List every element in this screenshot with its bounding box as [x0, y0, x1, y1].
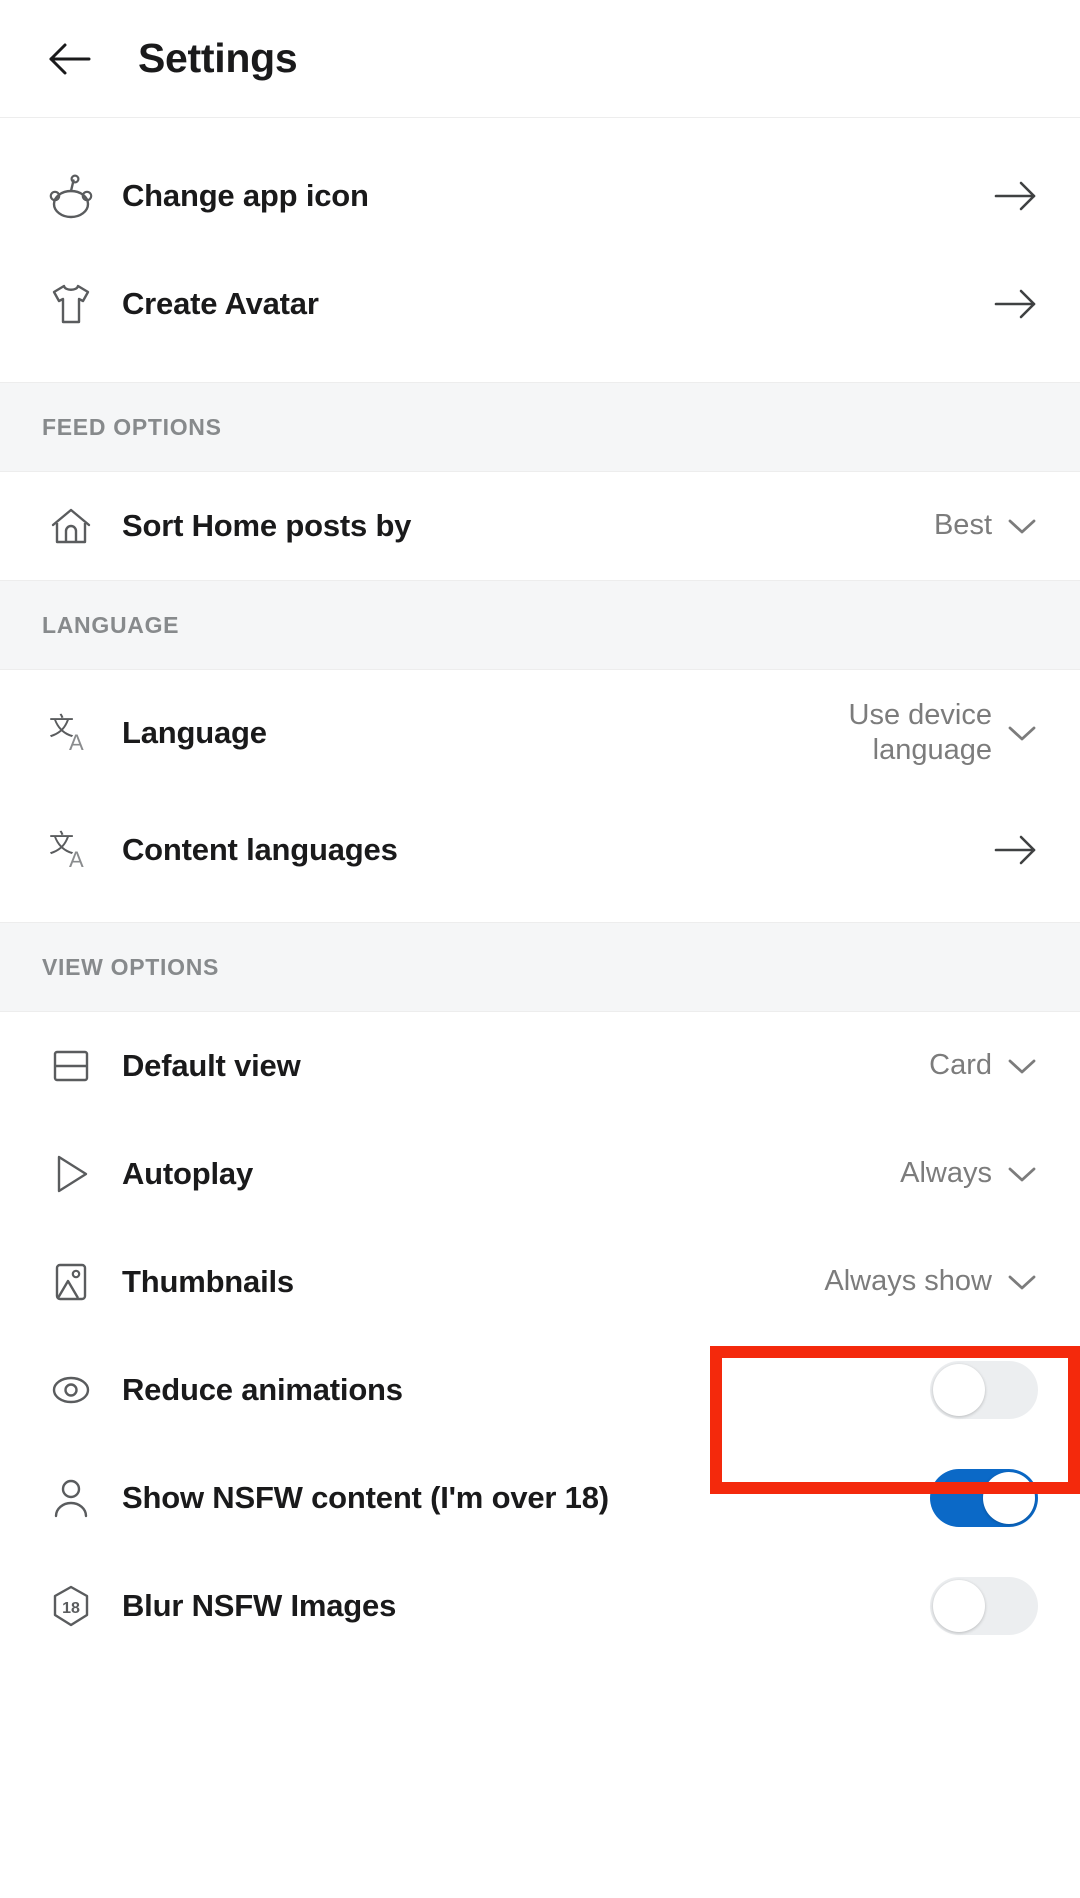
- section-gap: [0, 358, 1080, 382]
- age-18-icon: 18: [42, 1577, 100, 1635]
- row-control[interactable]: [948, 179, 1038, 213]
- row-create-avatar[interactable]: Create Avatar: [0, 250, 1080, 358]
- back-button[interactable]: [42, 31, 98, 87]
- chevron-down-icon: [1008, 1167, 1036, 1182]
- chevron-down-icon: [1008, 726, 1036, 741]
- row-blur-nsfw-images[interactable]: 18 Blur NSFW Images: [0, 1552, 1080, 1660]
- dropdown-value: Best: [933, 509, 992, 542]
- page-title: Settings: [138, 35, 298, 81]
- svg-text:A: A: [69, 847, 84, 872]
- row-control[interactable]: [930, 1469, 1038, 1527]
- section-header-label: VIEW OPTIONS: [42, 953, 220, 980]
- person-icon: [42, 1469, 100, 1527]
- toggle-knob: [933, 1580, 985, 1632]
- row-label: Autoplay: [122, 1156, 254, 1191]
- show-nsfw-content-toggle[interactable]: [930, 1469, 1038, 1527]
- image-icon: [42, 1253, 100, 1311]
- row-label: Create Avatar: [122, 286, 319, 321]
- play-icon: [42, 1145, 100, 1203]
- arrow-right-icon: [994, 289, 1036, 319]
- row-thumbnails[interactable]: Thumbnails Always show: [0, 1228, 1080, 1336]
- row-label: Blur NSFW Images: [122, 1588, 397, 1623]
- motion-icon: [42, 1361, 100, 1419]
- reduce-animations-toggle[interactable]: [930, 1361, 1038, 1419]
- language-dropdown[interactable]: Use device language: [742, 698, 1038, 769]
- section-header-label: FEED OPTIONS: [42, 413, 222, 440]
- dropdown-value: Always: [900, 1157, 992, 1190]
- svg-text:18: 18: [62, 1600, 80, 1617]
- dropdown-value: Use device language: [848, 698, 992, 766]
- dropdown-value: Always show: [824, 1265, 992, 1298]
- default-view-dropdown[interactable]: Card: [929, 1048, 1038, 1083]
- chevron-down-icon: [1008, 1059, 1036, 1074]
- svg-text:A: A: [69, 730, 84, 755]
- row-label: Default view: [122, 1048, 301, 1083]
- chevron-down-icon: [1008, 1275, 1036, 1290]
- section-header-language: LANGUAGE: [0, 580, 1080, 670]
- row-autoplay[interactable]: Autoplay Always: [0, 1120, 1080, 1228]
- section-header-view-options: VIEW OPTIONS: [0, 922, 1080, 1012]
- toggle-knob: [983, 1472, 1035, 1524]
- arrow-left-icon: [49, 43, 91, 74]
- card-view-icon: [42, 1037, 100, 1095]
- row-show-nsfw-content[interactable]: Show NSFW content (I'm over 18): [0, 1444, 1080, 1552]
- row-label: Sort Home posts by: [122, 508, 412, 543]
- translate-icon: 文 A: [42, 704, 100, 762]
- section-gap: [0, 904, 1080, 922]
- top-spacer: [0, 118, 1080, 142]
- autoplay-dropdown[interactable]: Always: [900, 1156, 1038, 1191]
- row-control[interactable]: [948, 833, 1038, 867]
- app-header: Settings: [0, 0, 1080, 118]
- settings-screen: Settings Change app icon Create Avatar F…: [0, 0, 1080, 1898]
- row-label: Thumbnails: [122, 1264, 294, 1299]
- chevron-down-icon: [1008, 519, 1036, 534]
- row-change-app-icon[interactable]: Change app icon: [0, 142, 1080, 250]
- home-icon: [42, 497, 100, 555]
- dropdown-value: Card: [929, 1049, 992, 1082]
- row-reduce-animations[interactable]: Reduce animations: [0, 1336, 1080, 1444]
- row-control[interactable]: [930, 1361, 1038, 1419]
- row-label: Show NSFW content (I'm over 18): [122, 1480, 609, 1515]
- row-control[interactable]: [930, 1577, 1038, 1635]
- row-language[interactable]: 文 A Language Use device language: [0, 670, 1080, 796]
- toggle-knob: [933, 1364, 985, 1416]
- row-label: Language: [122, 715, 267, 750]
- snoo-icon: [42, 167, 100, 225]
- section-header-label: LANGUAGE: [42, 611, 180, 638]
- row-label: Reduce animations: [122, 1372, 403, 1407]
- row-label: Change app icon: [122, 178, 369, 213]
- sort-home-posts-dropdown[interactable]: Best: [934, 508, 1038, 543]
- row-content-languages[interactable]: 文 A Content languages: [0, 796, 1080, 904]
- thumbnails-dropdown[interactable]: Always show: [824, 1264, 1038, 1299]
- blur-nsfw-images-toggle[interactable]: [930, 1577, 1038, 1635]
- row-control[interactable]: [948, 287, 1038, 321]
- tshirt-icon: [42, 275, 100, 333]
- row-default-view[interactable]: Default view Card: [0, 1012, 1080, 1120]
- row-label: Content languages: [122, 832, 398, 867]
- arrow-right-icon: [994, 835, 1036, 865]
- translate-icon: 文 A: [42, 821, 100, 879]
- section-header-feed-options: FEED OPTIONS: [0, 382, 1080, 472]
- row-sort-home-posts-by[interactable]: Sort Home posts by Best: [0, 472, 1080, 580]
- arrow-right-icon: [994, 181, 1036, 211]
